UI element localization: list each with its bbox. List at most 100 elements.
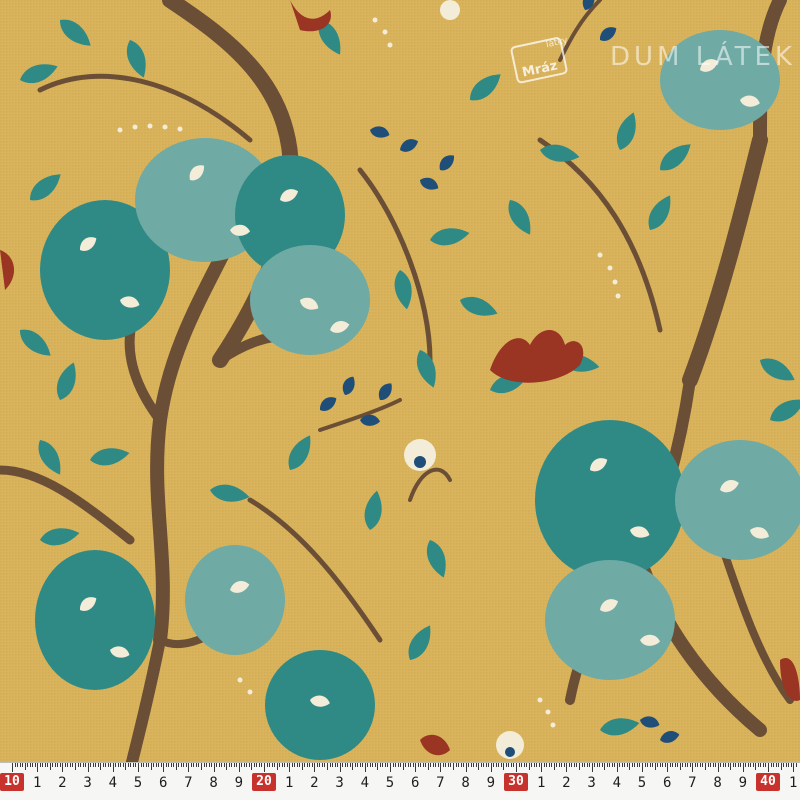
ruler-tick [621, 763, 623, 767]
ruler-tick [516, 763, 517, 772]
ruler-tick [291, 763, 293, 767]
ruler-tick [170, 763, 172, 767]
ruler-tick [470, 763, 472, 767]
ruler-tick [548, 763, 550, 767]
ruler-tick [337, 763, 339, 767]
ruler-tick [601, 763, 603, 767]
ruler-tick [269, 763, 271, 767]
ruler-tick [536, 763, 538, 767]
ruler-tick [659, 763, 661, 767]
ruler-tick [77, 763, 79, 767]
ruler-tick [80, 763, 82, 767]
ruler-tick [642, 763, 643, 772]
fabric-photo: látky Mráz DUM LÁTEK 10 1 2 3 4 5 6 7 8 9 20 1 2 3 4 5 6… [0, 0, 800, 800]
ruler-tick [765, 763, 767, 767]
ruler-tick [69, 763, 71, 767]
ruler-tick [599, 763, 601, 767]
ruler-tick [400, 763, 402, 767]
ruler-tick [183, 763, 185, 767]
ruler-tick [652, 763, 654, 767]
ruler-tick [674, 763, 676, 767]
ruler-tick [29, 763, 31, 767]
ruler-tick [392, 763, 394, 767]
ruler-tick [382, 763, 384, 767]
ruler-tick [246, 763, 248, 767]
ruler-tick [92, 763, 94, 767]
ruler-tick [175, 763, 177, 770]
ruler-tick [483, 763, 485, 767]
ruler-tick [110, 763, 112, 767]
ruler-tick [233, 763, 235, 767]
ruler-tick [72, 763, 74, 767]
ruler-tick [407, 763, 409, 767]
ruler-tick [667, 763, 669, 772]
ruler-tick [762, 763, 764, 767]
ruler-tick [405, 763, 407, 767]
ruler-tick [296, 763, 298, 767]
ruler-tick [435, 763, 437, 767]
ruler-tick [543, 763, 545, 767]
ruler-tick [62, 763, 64, 772]
ruler-tick [707, 763, 709, 767]
ruler-tick [669, 763, 671, 767]
ruler-label: 20 [252, 773, 276, 791]
ruler-tick [417, 763, 419, 767]
ruler-tick [304, 763, 306, 767]
ruler-tick [115, 763, 117, 767]
ruler-tick [664, 763, 666, 767]
ruler-tick [576, 763, 578, 767]
ruler-tick [241, 763, 243, 767]
ruler-tick [39, 763, 41, 767]
ruler-tick [201, 763, 202, 770]
ruler-tick [488, 763, 490, 767]
ruler-tick [208, 763, 210, 767]
ruler-tick [180, 763, 182, 767]
ruler-tick [324, 763, 326, 767]
ruler-tick [12, 763, 13, 772]
ruler-tick [546, 763, 548, 767]
ruler-tick [67, 763, 69, 767]
ruler-tick [715, 763, 717, 767]
ruler-tick [52, 763, 54, 767]
ruler-label: 6 [410, 775, 420, 791]
ruler-tick [495, 763, 497, 767]
ruler-tick [705, 763, 706, 770]
ruler-tick [107, 763, 109, 767]
ruler-tick [730, 763, 732, 770]
ruler-tick [54, 763, 56, 767]
ruler-tick [261, 763, 263, 767]
ruler-tick [533, 763, 535, 767]
ruler-tick [218, 763, 220, 767]
ruler-tick [611, 763, 613, 767]
ruler-tick [143, 763, 145, 767]
ruler-tick [34, 763, 36, 767]
ruler-tick [276, 763, 278, 770]
ruler-tick [460, 763, 462, 767]
ruler-label: 8 [461, 775, 470, 791]
ruler-tick [702, 763, 704, 767]
ruler-label: 8 [713, 775, 722, 791]
ruler-tick [498, 763, 500, 767]
ruler-tick [145, 763, 147, 767]
ruler-label: 5 [385, 775, 395, 791]
ruler-tick [158, 763, 160, 767]
ruler-label: 7 [688, 775, 697, 791]
ruler-tick [357, 763, 359, 767]
ruler-tick [773, 763, 775, 767]
ruler-tick [636, 763, 638, 767]
ruler-tick [402, 763, 404, 770]
ruler-tick [231, 763, 233, 767]
ruler-tick [586, 763, 588, 767]
fabric-pattern [0, 0, 800, 800]
ruler-tick [473, 763, 475, 767]
ruler-tick [236, 763, 238, 767]
ruler-tick [178, 763, 180, 767]
ruler-tick [689, 763, 691, 767]
ruler-tick [737, 763, 739, 767]
ruler-tick [281, 763, 283, 767]
ruler-tick [556, 763, 558, 767]
ruler-tick [649, 763, 651, 767]
ruler-tick [609, 763, 611, 767]
ruler-tick [410, 763, 412, 767]
ruler-tick [311, 763, 313, 767]
